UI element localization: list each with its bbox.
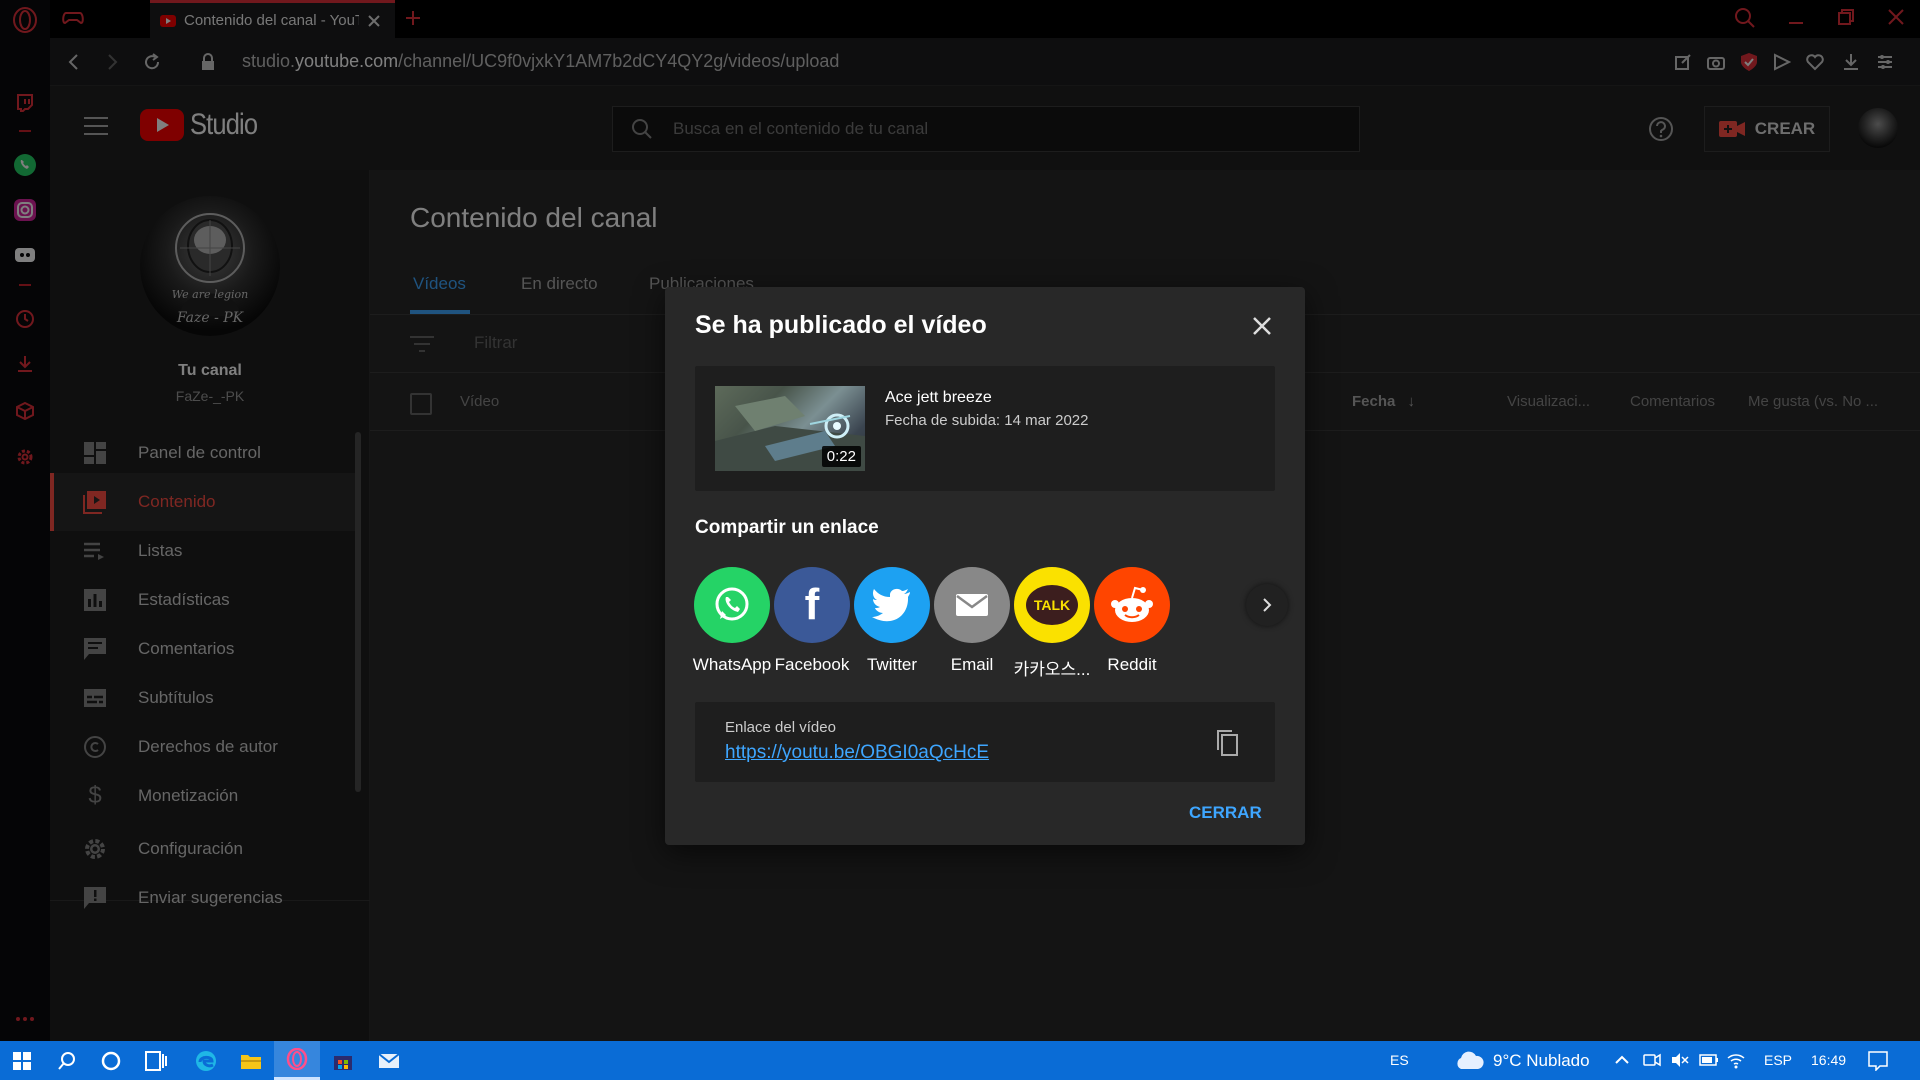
ime-language[interactable]: ES <box>1390 1052 1409 1068</box>
mail-taskbar-icon[interactable] <box>367 1041 411 1080</box>
share-reddit-button[interactable]: Reddit <box>1087 567 1177 675</box>
video-title[interactable]: Ace jett breeze <box>885 389 992 407</box>
video-thumbnail[interactable]: 0:22 <box>715 386 865 471</box>
kakaotalk-badge-text: TALK <box>1033 597 1071 613</box>
share-heading: Compartir un enlace <box>695 517 879 538</box>
search-taskbar-icon[interactable] <box>45 1041 89 1080</box>
video-published-dialog: Se ha publicado el vídeo 0:22 Ace jett b… <box>665 287 1305 845</box>
file-explorer-icon[interactable] <box>229 1041 273 1080</box>
keyboard-layout[interactable]: ESP <box>1764 1052 1792 1068</box>
close-dialog-button[interactable]: CERRAR <box>1189 803 1262 823</box>
upload-date: Fecha de subida: 14 mar 2022 <box>885 412 1089 429</box>
task-view-icon[interactable] <box>134 1041 178 1080</box>
facebook-icon: f <box>774 567 850 643</box>
share-email-button[interactable]: Email <box>927 567 1017 675</box>
windows-start-icon[interactable] <box>0 1041 44 1080</box>
wifi-icon[interactable] <box>1727 1051 1745 1069</box>
video-link-box: Enlace del vídeo https://youtu.be/OBGI0a… <box>695 702 1275 782</box>
kakaotalk-icon: TALK <box>1014 567 1090 643</box>
share-facebook-button[interactable]: f Facebook <box>767 567 857 675</box>
share-next-arrow-icon[interactable] <box>1246 584 1288 626</box>
share-label: WhatsApp <box>692 655 772 674</box>
share-label: Twitter <box>866 655 918 674</box>
share-label: Reddit <box>1107 655 1157 674</box>
battery-icon[interactable] <box>1699 1053 1719 1067</box>
share-whatsapp-button[interactable]: WhatsApp <box>687 567 777 675</box>
dialog-title: Se ha publicado el vídeo <box>695 311 987 339</box>
share-label: Email <box>950 655 994 674</box>
whatsapp-icon <box>694 567 770 643</box>
twitter-icon <box>854 567 930 643</box>
tray-chevron-up-icon[interactable] <box>1614 1053 1630 1067</box>
cortana-icon[interactable] <box>89 1041 133 1080</box>
share-label: Facebook <box>774 655 850 674</box>
volume-muted-icon[interactable] <box>1671 1052 1689 1068</box>
close-icon[interactable] <box>1245 309 1279 343</box>
email-icon <box>934 567 1010 643</box>
notifications-icon[interactable] <box>1868 1051 1888 1071</box>
clock-time[interactable]: 16:49 <box>1811 1052 1846 1068</box>
windows-taskbar: ES 9°C Nublado ESP 16:49 <box>0 1041 1920 1080</box>
weather-text[interactable]: 9°C Nublado <box>1493 1051 1590 1071</box>
share-kakaotalk-button[interactable]: TALK 카카오스... <box>1007 567 1097 680</box>
duration-badge: 0:22 <box>821 446 861 467</box>
video-link-url[interactable]: https://youtu.be/OBGI0aQcHcE <box>725 742 989 764</box>
video-link-label: Enlace del vídeo <box>725 719 836 736</box>
edge-icon[interactable] <box>184 1041 228 1080</box>
opera-taskbar-icon[interactable] <box>274 1041 320 1080</box>
copy-icon[interactable] <box>1210 726 1244 760</box>
store-icon[interactable] <box>321 1041 365 1080</box>
share-twitter-button[interactable]: Twitter <box>847 567 937 675</box>
share-label: 카카오스... <box>1013 660 1091 679</box>
video-card: 0:22 Ace jett breeze Fecha de subida: 14… <box>695 366 1275 491</box>
meet-now-icon[interactable] <box>1643 1052 1661 1068</box>
reddit-icon <box>1094 567 1170 643</box>
cloud-weather-icon[interactable] <box>1454 1050 1484 1070</box>
